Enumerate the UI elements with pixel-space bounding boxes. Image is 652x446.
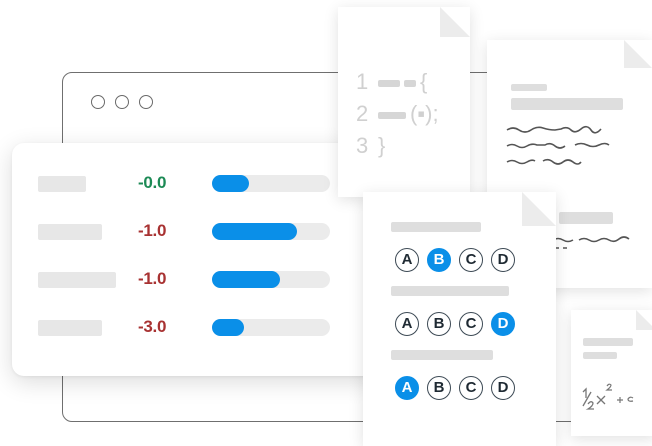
score-value: -0.0	[138, 173, 167, 192]
window-dot-icon	[91, 95, 105, 109]
score-value: -3.0	[138, 317, 167, 336]
row-label-placeholder	[38, 224, 102, 240]
answer-option-d[interactable]: D	[491, 376, 515, 400]
handwriting-scribble-icon	[506, 125, 610, 165]
window-dot-icon	[115, 95, 129, 109]
answer-option-c[interactable]: C	[459, 248, 483, 272]
code-line-number: 3	[356, 133, 369, 158]
answer-option-c[interactable]: C	[459, 312, 483, 336]
code-syntax: {	[420, 69, 428, 94]
row-label-placeholder	[38, 320, 102, 336]
score-bar-track	[212, 271, 330, 288]
doc-line	[583, 352, 617, 359]
doc-line	[559, 212, 613, 224]
quiz-document: ABCDABCDABCD	[363, 192, 556, 446]
answer-option-b[interactable]: B	[427, 312, 451, 336]
score-bar-track	[212, 319, 330, 336]
answer-option-b[interactable]: B	[427, 376, 451, 400]
score-bar-track	[212, 175, 330, 192]
page-fold-icon	[636, 310, 652, 330]
page-fold-icon	[440, 7, 470, 37]
score-bar-fill	[212, 223, 297, 240]
doc-line	[583, 338, 633, 346]
score-bar-track	[212, 223, 330, 240]
code-syntax: (▪);	[410, 101, 439, 126]
score-value: -1.0	[138, 269, 167, 288]
math-document	[571, 310, 652, 436]
score-value: -1.0	[138, 221, 167, 240]
score-bar-fill	[212, 319, 244, 336]
code-token	[378, 80, 400, 87]
question-text-placeholder	[391, 222, 481, 232]
doc-heading	[511, 84, 547, 91]
answer-option-d[interactable]: D	[491, 248, 515, 272]
answer-option-a[interactable]: A	[395, 248, 419, 272]
code-line-number: 1	[356, 69, 369, 94]
page-fold-icon	[522, 192, 556, 226]
code-document: 1 {2 (▪); 3}	[338, 7, 470, 197]
answer-option-a[interactable]: A	[395, 312, 419, 336]
answer-option-c[interactable]: C	[459, 376, 483, 400]
question-text-placeholder	[391, 286, 509, 296]
score-bar-fill	[212, 175, 249, 192]
code-syntax: }	[378, 133, 386, 158]
page-fold-icon	[624, 40, 652, 68]
answer-option-b[interactable]: B	[427, 248, 451, 272]
answer-option-a[interactable]: A	[395, 376, 419, 400]
row-label-placeholder	[38, 272, 116, 288]
window-dot-icon	[139, 95, 153, 109]
question-text-placeholder	[391, 350, 493, 360]
code-line-number: 2	[356, 101, 369, 126]
math-formula-icon	[582, 383, 634, 410]
score-bar-fill	[212, 271, 280, 288]
doc-heading	[511, 98, 623, 110]
code-token	[404, 80, 416, 87]
row-label-placeholder	[38, 176, 86, 192]
code-token	[378, 112, 406, 119]
handwriting-scribble-icon	[552, 236, 630, 249]
answer-option-d[interactable]: D	[491, 312, 515, 336]
